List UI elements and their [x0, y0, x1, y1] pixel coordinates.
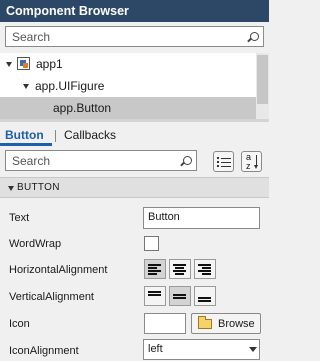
text-field-value: Button — [148, 211, 180, 223]
icon-alignment-dropdown[interactable]: left — [143, 339, 260, 360]
sort-button[interactable]: a z — [241, 151, 262, 172]
component-tree: app1 app.UIFigure app.Button — [0, 53, 256, 119]
property-search-input[interactable]: Search — [5, 150, 197, 171]
expand-arrow-icon[interactable] — [23, 84, 29, 89]
tree-item-label: app.Button — [53, 101, 112, 115]
active-tab-indicator — [0, 143, 52, 146]
inspector-tabs: Button Callbacks — [0, 122, 269, 146]
search-placeholder: Search — [12, 154, 51, 168]
tree-scrollbar-thumb[interactable] — [257, 55, 268, 104]
tree-item-label: app.UIFigure — [35, 79, 105, 93]
tree-item-app1[interactable]: app1 — [0, 53, 256, 75]
tree-item-uifigure[interactable]: app.UIFigure — [0, 75, 256, 97]
browse-button[interactable]: Browse — [191, 313, 261, 334]
component-search-input[interactable]: Search — [5, 26, 264, 47]
expand-arrow-icon[interactable] — [6, 62, 12, 67]
align-center-icon — [173, 264, 188, 276]
wordwrap-checkbox[interactable] — [144, 236, 159, 251]
valign-bottom-icon — [198, 297, 213, 303]
tab-separator — [55, 130, 56, 142]
align-center-button[interactable] — [169, 259, 191, 279]
valign-top-button[interactable] — [144, 286, 166, 306]
text-field[interactable]: Button — [143, 207, 260, 229]
valign-center-button[interactable] — [169, 286, 191, 306]
tab-button[interactable]: Button — [5, 128, 44, 142]
property-label-vertical-alignment: VerticalAlignment — [9, 291, 94, 303]
section-title: BUTTON — [17, 182, 60, 193]
align-left-button[interactable] — [144, 259, 166, 279]
window-title: Component Browser — [0, 0, 269, 22]
align-left-icon — [148, 264, 163, 276]
collapse-arrow-icon[interactable] — [8, 186, 14, 191]
search-placeholder: Search — [12, 30, 51, 44]
property-label-horizontal-alignment: HorizontalAlignment — [9, 264, 108, 276]
align-right-button[interactable] — [194, 259, 216, 279]
search-icon[interactable] — [250, 32, 259, 41]
property-label-icon-alignment: IconAlignment — [9, 345, 79, 357]
tree-item-button[interactable]: app.Button — [0, 97, 256, 119]
valign-bottom-button[interactable] — [194, 286, 216, 306]
sort-az-icon: a z — [245, 153, 261, 171]
valign-top-icon — [148, 291, 163, 297]
tree-item-label: app1 — [36, 57, 63, 71]
list-view-button[interactable] — [213, 151, 234, 172]
sort-letter-z: z — [246, 161, 251, 171]
property-label-icon: Icon — [9, 318, 30, 330]
chevron-down-icon[interactable] — [249, 347, 257, 352]
search-icon[interactable] — [183, 156, 192, 165]
tab-callbacks[interactable]: Callbacks — [64, 128, 116, 142]
property-label-text: Text — [9, 212, 30, 224]
property-label-wordwrap: WordWrap — [9, 238, 62, 250]
folder-icon — [198, 316, 212, 329]
section-header-button[interactable]: BUTTON — [0, 177, 269, 198]
align-right-icon — [198, 264, 213, 276]
app-icon — [17, 57, 30, 70]
icon-file-field[interactable] — [144, 313, 186, 334]
dropdown-value: left — [148, 343, 163, 355]
browse-label: Browse — [218, 318, 255, 330]
valign-center-icon — [173, 294, 188, 300]
list-view-icon — [217, 156, 231, 168]
